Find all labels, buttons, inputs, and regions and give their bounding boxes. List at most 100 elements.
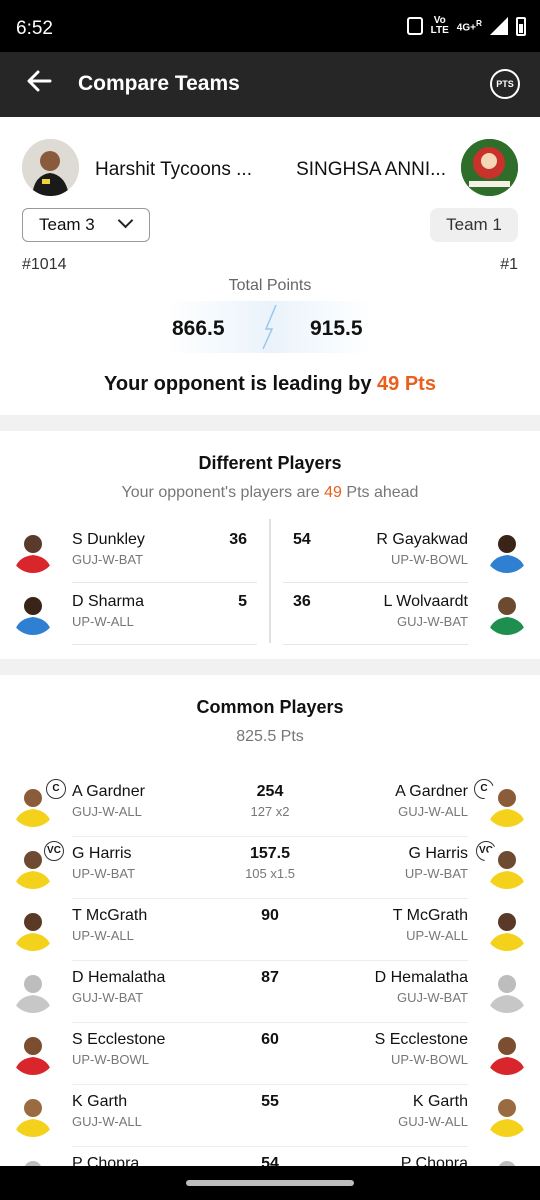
different-player-row[interactable]: S Dunkley GUJ-W-BAT 36 xyxy=(0,521,265,583)
player-avatar xyxy=(484,589,530,635)
volte-icon: Vo LTE xyxy=(430,15,449,36)
player-team: UP-W-ALL xyxy=(72,614,134,629)
player-avatar xyxy=(484,905,530,951)
player-points: 60 xyxy=(261,1031,279,1048)
player-avatar xyxy=(484,781,530,827)
player-avatar xyxy=(484,527,530,573)
points-multiplier: 127 x2 xyxy=(250,804,290,819)
points-multiplier: 105 x1.5 xyxy=(245,866,295,881)
different-players-section: Different Players Your opponent's player… xyxy=(0,431,540,659)
player-team: GUJ-W-BAT xyxy=(72,990,144,1005)
different-players-subtitle: Your opponent's players are 49 Pts ahead xyxy=(121,484,419,501)
status-time: 6:52 xyxy=(16,18,53,39)
player-name: T McGrath xyxy=(72,907,148,924)
player-avatar xyxy=(10,1029,56,1075)
player-points: 254 xyxy=(256,783,284,800)
player-team: UP-W-BAT xyxy=(72,866,136,881)
player-points: 55 xyxy=(261,1093,279,1110)
page-title: Compare Teams xyxy=(78,72,240,95)
player-points: 157.5 xyxy=(249,845,291,862)
player-avatar xyxy=(484,1029,530,1075)
player-team: GUJ-W-ALL xyxy=(398,1114,468,1129)
player-team: UP-W-BOWL xyxy=(72,1052,150,1067)
right-team-rank: #1 xyxy=(500,256,518,273)
vice-captain-badge: VC xyxy=(44,841,64,861)
different-player-row[interactable]: 54 R Gayakwad UP-W-BOWL xyxy=(275,521,540,583)
player-name: R Gayakwad xyxy=(376,531,468,548)
different-player-row[interactable]: 36 L Wolvaardt GUJ-W-BAT xyxy=(275,583,540,645)
team-selector-dropdown[interactable]: Team 3 xyxy=(22,208,150,242)
status-icons: Vo LTE 4G+R xyxy=(406,15,526,36)
player-team: GUJ-W-ALL xyxy=(72,804,142,819)
lead-message: Your opponent is leading by 49 Pts xyxy=(0,373,540,396)
common-players-section: Common Players 825.5 Pts C A Gardner GUJ… xyxy=(0,675,540,1200)
left-team-points: 866.5 xyxy=(172,317,225,340)
player-name: D Hemalatha xyxy=(72,969,166,986)
player-avatar-placeholder xyxy=(484,967,530,1013)
different-players-title: Different Players xyxy=(198,453,342,473)
opponent-team-badge: Team 1 xyxy=(430,208,518,242)
player-name: S Dunkley xyxy=(72,531,145,548)
common-player-row[interactable]: S Ecclestone UP-W-BOWL 60 S Ecclestone U… xyxy=(0,1023,540,1085)
common-players-total: 825.5 Pts xyxy=(236,728,304,745)
player-name: L Wolvaardt xyxy=(383,593,468,610)
points-system-button[interactable]: PTS xyxy=(490,69,520,99)
lead-text: Your opponent is leading by xyxy=(104,373,378,395)
team-selector-label: Team 3 xyxy=(39,215,95,234)
player-name: S Ecclestone xyxy=(72,1031,166,1048)
player-name: G Harris xyxy=(408,845,468,862)
common-player-row[interactable]: T McGrath UP-W-ALL 90 T McGrath UP-W-ALL xyxy=(0,899,540,961)
player-points: 36 xyxy=(229,531,247,548)
player-team: UP-W-ALL xyxy=(406,928,468,943)
player-name: K Garth xyxy=(72,1093,128,1110)
player-team: UP-W-BOWL xyxy=(390,1052,468,1067)
row-divider xyxy=(283,644,468,645)
player-name: D Sharma xyxy=(72,593,145,610)
player-avatar xyxy=(10,1091,56,1137)
home-gesture-pill[interactable] xyxy=(186,1180,354,1186)
teams-header: Harshit Tycoons ... SINGHSA ANNI... Team… xyxy=(0,117,540,415)
section-divider xyxy=(0,415,540,431)
player-points: 90 xyxy=(261,907,279,924)
common-player-row[interactable]: D Hemalatha GUJ-W-BAT 87 D Hemalatha GUJ… xyxy=(0,961,540,1023)
different-player-row[interactable]: D Sharma UP-W-ALL 5 xyxy=(0,583,265,645)
section-divider xyxy=(0,659,540,675)
player-team: GUJ-W-BAT xyxy=(396,614,468,629)
network-type-icon: 4G+R xyxy=(456,18,482,34)
player-avatar xyxy=(10,527,56,573)
system-nav-bar xyxy=(0,1166,540,1200)
player-name: A Gardner xyxy=(395,783,468,800)
vertical-divider xyxy=(269,519,271,643)
right-team-avatar xyxy=(461,139,518,196)
player-team: GUJ-W-BAT xyxy=(72,552,144,567)
player-avatar xyxy=(484,1091,530,1137)
left-team-avatar xyxy=(22,139,79,196)
common-player-row[interactable]: C A Gardner GUJ-W-ALL 254 127 x2 A Gardn… xyxy=(0,775,540,837)
player-team: UP-W-BOWL xyxy=(390,552,468,567)
back-arrow-icon[interactable] xyxy=(24,66,58,100)
battery-icon xyxy=(516,16,526,36)
player-name: G Harris xyxy=(72,845,132,862)
right-team-points: 915.5 xyxy=(310,317,363,340)
app-bar: Compare Teams PTS xyxy=(0,52,540,117)
player-team: UP-W-ALL xyxy=(72,928,134,943)
left-team-rank: #1014 xyxy=(22,256,67,273)
captain-badge: C xyxy=(46,779,66,799)
common-player-row[interactable]: K Garth GUJ-W-ALL 55 K Garth GUJ-W-ALL xyxy=(0,1085,540,1147)
status-bar: 6:52 Vo LTE 4G+R xyxy=(0,0,540,52)
player-avatar xyxy=(10,589,56,635)
vibrate-icon xyxy=(406,17,423,35)
common-player-row[interactable]: VC G Harris UP-W-BAT 157.5 105 x1.5 G Ha… xyxy=(0,837,540,899)
row-divider xyxy=(72,644,257,645)
player-points: 36 xyxy=(293,593,311,610)
player-team: GUJ-W-ALL xyxy=(398,804,468,819)
player-name: S Ecclestone xyxy=(374,1031,468,1048)
player-points: 5 xyxy=(238,593,247,610)
player-name: T McGrath xyxy=(392,907,468,924)
left-team-name: Harshit Tycoons ... xyxy=(95,159,252,180)
player-avatar xyxy=(10,905,56,951)
signal-icon xyxy=(490,17,508,35)
lead-value: 49 Pts xyxy=(377,373,436,395)
player-team: UP-W-BAT xyxy=(404,866,468,881)
player-points: 87 xyxy=(261,969,279,986)
